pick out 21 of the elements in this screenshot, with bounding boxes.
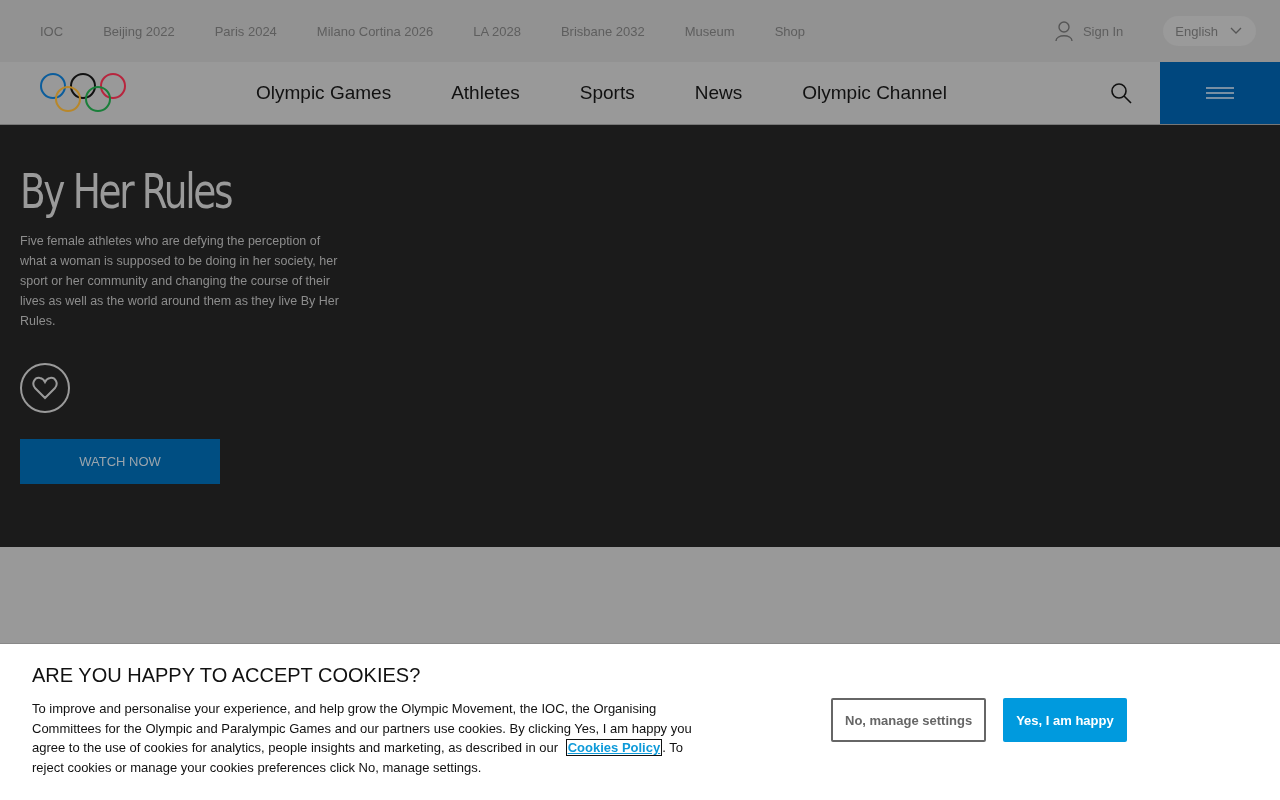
nav-link[interactable]: Sports [579, 82, 635, 104]
nav-link[interactable]: Olympic Games [256, 82, 392, 104]
menu-button[interactable] [1160, 62, 1280, 124]
manage-settings-button[interactable]: No, manage settings [831, 698, 987, 742]
watch-now-button[interactable]: WATCH NOW [20, 439, 220, 484]
nav-link[interactable]: Olympic Channel [802, 82, 947, 104]
chevron-down-icon [1230, 27, 1242, 35]
search-icon[interactable] [1110, 82, 1132, 104]
hero-title: By Her Rules [20, 163, 232, 219]
cookie-title: ARE YOU HAPPY TO ACCEPT COOKIES? [32, 664, 422, 687]
cookies-policy-link[interactable]: Cookies Policy [565, 739, 663, 756]
hero-description: Five female athletes who are defying the perception of what a woman is supposed to be doing in her society, her sport or her community and changing the course of their lives as well as the world around them as they live By Her Rules. [20, 233, 340, 330]
nav-link[interactable]: News [694, 82, 743, 104]
favourite-button[interactable] [20, 363, 70, 413]
menu-icon [1206, 86, 1234, 100]
cookie-description: To improve and personalise your experience, and help grow the Olympic Movement, the IOC, the Organising Committees for the Olympic and Paralympic Games and our partners use cookies. By clicking Yes, I am happy you agree to the use of cookies for analytics, people insights and marketing, as described in our Cookies Policy. To reject cookies or manage your cookies preferences click No, manage settings. [32, 700, 693, 777]
olympic-rings-logo[interactable] [40, 72, 128, 114]
nav-link[interactable]: Athletes [451, 82, 520, 104]
language-select[interactable]: English [1163, 16, 1256, 46]
heart-icon [32, 376, 58, 400]
accept-cookies-button[interactable]: Yes, I am happy [1003, 698, 1127, 742]
